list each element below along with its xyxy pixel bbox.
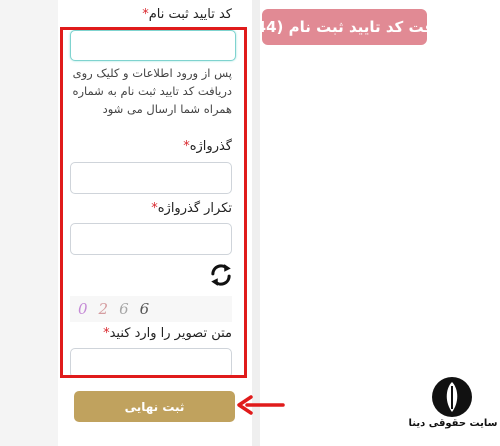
request-code-label: افت کد تایید ثبت نام (44: (262, 18, 427, 36)
annotation-highlight-box (60, 27, 247, 378)
watermark-text: سایت حقوقی دینا (408, 418, 498, 429)
confirm-code-label: کد تایید ثبت نام* (142, 7, 232, 22)
submit-button[interactable]: ثبت نهایی (74, 391, 235, 422)
annotation-arrow-icon (237, 395, 285, 415)
left-gray-strip (0, 0, 58, 446)
logo-icon (432, 377, 472, 417)
submit-label: ثبت نهایی (124, 399, 185, 414)
right-gray-strip (252, 0, 260, 446)
request-code-button[interactable]: افت کد تایید ثبت نام (44: (262, 9, 427, 45)
